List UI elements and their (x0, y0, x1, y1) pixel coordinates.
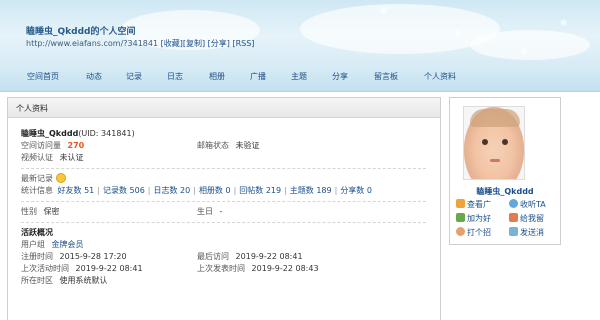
space-url[interactable]: http://www.eiafans.com/?341841 (26, 39, 158, 48)
sparkle-icon: ✻ (380, 7, 388, 17)
space-nav: 空间首页 动态 记录 日志 相册 广播 主题 分享 留言板 个人资料 (0, 58, 600, 91)
last-post-label: 上次发表时间 (197, 264, 245, 273)
stat-doings[interactable]: 记录数 506 (103, 186, 145, 195)
profile-uid: (UID: 341841) (78, 129, 135, 138)
sparkle-icon: ✻ (520, 47, 528, 57)
nav-profile[interactable]: 个人资料 (424, 71, 456, 82)
nav-share[interactable]: 分享 (332, 71, 348, 82)
last-visit-label: 最后访问 (197, 252, 229, 261)
last-visit-value: 2019-9-22 08:41 (235, 252, 303, 261)
nav-album[interactable]: 相册 (209, 71, 225, 82)
last-active-label: 上次活动时间 (21, 264, 69, 273)
avatar-eye (502, 139, 508, 145)
view-ads-link[interactable]: 查看广 (456, 199, 491, 210)
nav-doing[interactable]: 记录 (126, 71, 142, 82)
rss-link[interactable]: [RSS] (232, 39, 254, 48)
nav-guestbook[interactable]: 留言板 (374, 71, 398, 82)
pencil-icon (509, 213, 518, 222)
poke-label: 打个招 (467, 228, 491, 237)
leave-message-label: 给我留 (520, 214, 544, 223)
copy-link[interactable]: [复制] (183, 39, 205, 48)
timezone-value: 使用系统默认 (59, 276, 108, 285)
birthday-label: 生日 (197, 207, 213, 216)
sidebar-username[interactable]: 瞌睡虫_Qkddd (450, 186, 560, 197)
timezone-label: 所在时区 (21, 276, 53, 285)
leave-message-link[interactable]: 给我留 (509, 213, 544, 224)
avatar-hair (470, 109, 520, 127)
add-friend-label: 加为好 (467, 214, 491, 223)
hand-icon (456, 227, 465, 236)
poke-link[interactable]: 打个招 (456, 227, 491, 238)
space-header: ✻ ✻ ✻ ✻ 瞌睡虫_Qkddd的个人空间 http://www.eiafan… (0, 0, 600, 92)
group-label: 用户组 (21, 240, 45, 249)
collect-link[interactable]: [收藏] (161, 39, 183, 48)
last-post-value: 2019-9-22 08:43 (251, 264, 319, 273)
nav-blog[interactable]: 日志 (167, 71, 183, 82)
follow-icon (509, 199, 518, 208)
stat-blogs[interactable]: 日志数 20 (154, 186, 191, 195)
profile-sidebar: 瞌睡虫_Qkddd 查看广 收听TA 加为好 给我留 打个招 发送消 (449, 97, 561, 245)
birthday-value: - (219, 207, 223, 216)
stat-albums[interactable]: 相册数 0 (199, 186, 231, 195)
avatar-mouth (490, 159, 500, 162)
visits-label: 空间访问量 (21, 141, 61, 150)
sparkle-icon: ✻ (560, 19, 568, 29)
message-icon (509, 227, 518, 236)
stats-label: 统计信息 (21, 186, 53, 195)
profile-username: 瞌睡虫_Qkddd (21, 129, 79, 138)
follow-label: 收听TA (520, 200, 546, 209)
group-value[interactable]: 金牌会员 (52, 240, 84, 249)
stat-threads[interactable]: 主题数 189 (290, 186, 332, 195)
space-title[interactable]: 瞌睡虫_Qkddd的个人空间 (26, 24, 135, 37)
reg-value: 2015-9-28 17:20 (59, 252, 127, 261)
nav-home[interactable]: 空间首页 (27, 71, 59, 82)
video-label: 视频认证 (21, 153, 53, 162)
header-cloud (470, 30, 590, 60)
divider (21, 201, 426, 202)
nav-feed[interactable]: 动态 (86, 71, 102, 82)
avatar-eye (482, 139, 488, 145)
follow-link[interactable]: 收听TA (509, 199, 546, 210)
divider (21, 168, 426, 169)
view-ads-label: 查看广 (467, 200, 491, 209)
stat-shares[interactable]: 分享数 0 (340, 186, 372, 195)
stat-friends[interactable]: 好友数 51 (58, 186, 95, 195)
gender-value: 保密 (43, 207, 60, 216)
ad-icon (456, 199, 465, 208)
last-active-value: 2019-9-22 08:41 (75, 264, 143, 273)
send-message-link[interactable]: 发送消 (509, 227, 544, 238)
nav-broadcast[interactable]: 广播 (250, 71, 266, 82)
recent-label: 最新记录 (21, 174, 53, 183)
video-value: 未认证 (59, 153, 84, 162)
space-links: http://www.eiafans.com/?341841 [收藏][复制] … (26, 38, 254, 49)
divider (21, 222, 426, 223)
nav-thread[interactable]: 主题 (291, 71, 307, 82)
gender-label: 性别 (21, 207, 37, 216)
reg-label: 注册时间 (21, 252, 53, 261)
add-friend-icon (456, 213, 465, 222)
add-friend-link[interactable]: 加为好 (456, 213, 491, 224)
avatar[interactable] (463, 106, 525, 180)
profile-panel: 个人资料 瞌睡虫_Qkddd(UID: 341841) 空间访问量 270 邮箱… (7, 97, 441, 320)
send-message-label: 发送消 (520, 228, 544, 237)
visits-value: 270 (67, 141, 85, 150)
email-value: 未验证 (235, 141, 260, 150)
share-link[interactable]: [分享] (208, 39, 230, 48)
email-label: 邮箱状态 (197, 141, 229, 150)
smiley-icon (56, 173, 66, 183)
stat-replies[interactable]: 回帖数 219 (239, 186, 281, 195)
activity-title: 活跃概况 (21, 228, 53, 237)
panel-heading: 个人资料 (8, 98, 440, 118)
sparkle-icon: ✻ (455, 29, 463, 39)
